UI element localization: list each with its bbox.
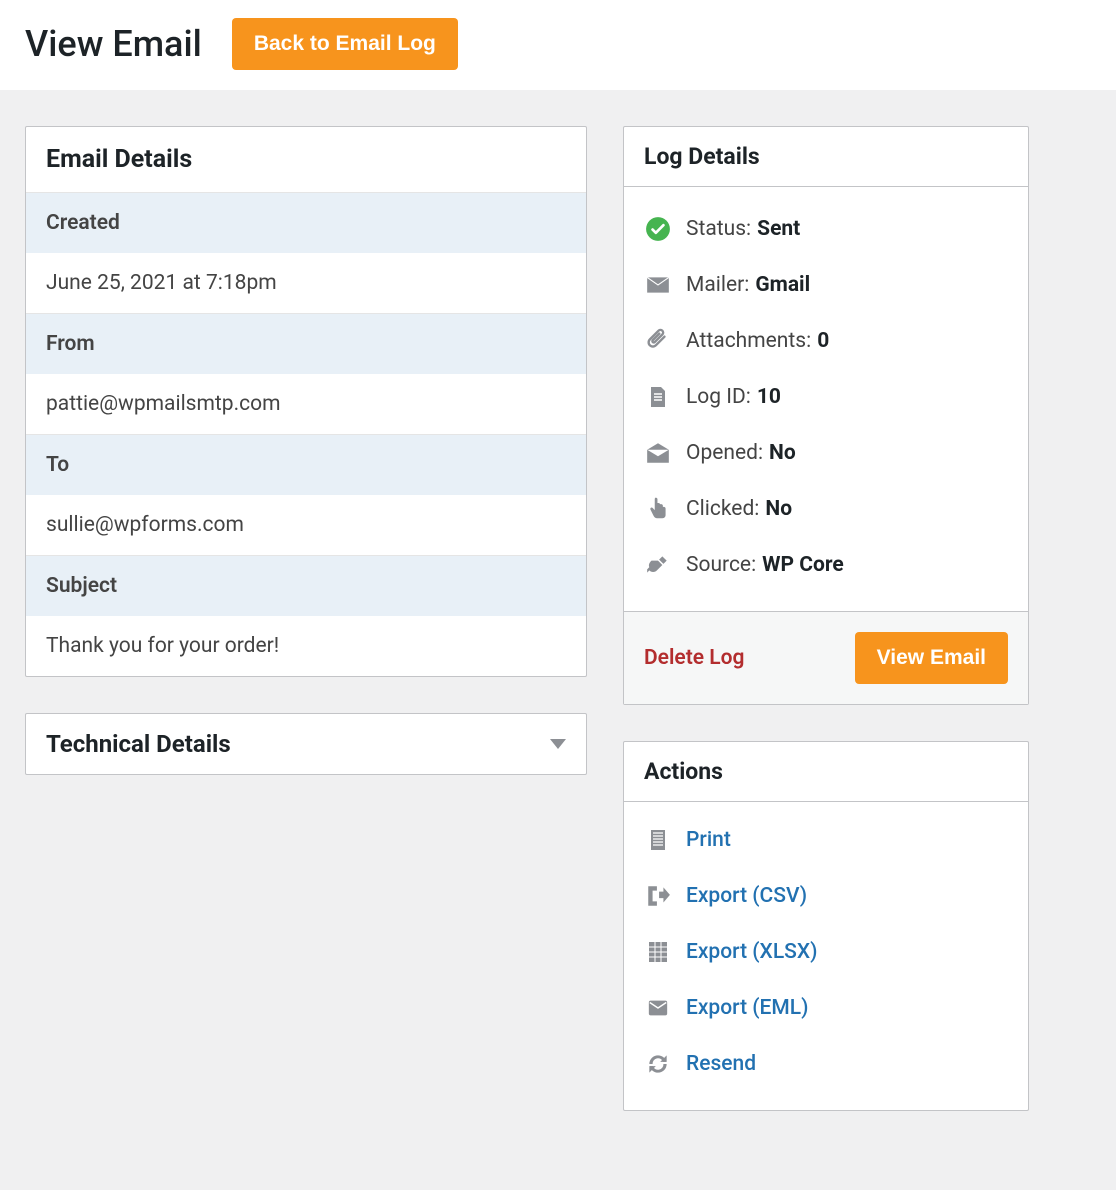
technical-details-toggle[interactable]: Technical Details — [26, 714, 586, 774]
from-value: pattie@wpmailsmtp.com — [26, 374, 586, 434]
log-id-row: Log ID: 10 — [644, 369, 1008, 425]
email-details-title: Email Details — [26, 127, 586, 192]
resend-action[interactable]: Resend — [644, 1036, 1008, 1092]
from-label: From — [26, 314, 586, 374]
envelope-open-icon — [644, 439, 672, 467]
actions-card: Actions Print Export (CSV) — [623, 741, 1029, 1111]
back-to-email-log-button[interactable]: Back to Email Log — [232, 18, 458, 70]
actions-title: Actions — [624, 742, 1028, 802]
delete-log-link[interactable]: Delete Log — [644, 646, 745, 670]
log-details-title: Log Details — [624, 127, 1028, 187]
source-row: Source: WP Core — [644, 537, 1008, 593]
view-email-button[interactable]: View Email — [855, 632, 1008, 684]
technical-details-title: Technical Details — [46, 730, 231, 758]
check-circle-icon — [644, 215, 672, 243]
spreadsheet-icon — [644, 938, 672, 966]
subject-value: Thank you for your order! — [26, 616, 586, 676]
print-action[interactable]: Print — [644, 812, 1008, 868]
technical-details-card: Technical Details — [25, 713, 587, 775]
mailer-row: Mailer: Gmail — [644, 257, 1008, 313]
created-value: June 25, 2021 at 7:18pm — [26, 253, 586, 313]
paperclip-icon — [644, 327, 672, 355]
envelope-icon — [644, 994, 672, 1022]
subject-label: Subject — [26, 556, 586, 616]
status-row: Status: Sent — [644, 201, 1008, 257]
export-icon — [644, 882, 672, 910]
file-icon — [644, 383, 672, 411]
hand-pointer-icon — [644, 495, 672, 523]
log-details-card: Log Details Status: Sent Mailer: Gmail — [623, 126, 1029, 705]
to-value: sullie@wpforms.com — [26, 495, 586, 555]
opened-row: Opened: No — [644, 425, 1008, 481]
email-details-card: Email Details Created June 25, 2021 at 7… — [25, 126, 587, 677]
chevron-down-icon — [550, 739, 566, 749]
page-title: View Email — [25, 23, 202, 65]
attachments-row: Attachments: 0 — [644, 313, 1008, 369]
created-label: Created — [26, 193, 586, 253]
export-eml-action[interactable]: Export (EML) — [644, 980, 1008, 1036]
clicked-row: Clicked: No — [644, 481, 1008, 537]
plug-icon — [644, 551, 672, 579]
print-icon — [644, 826, 672, 854]
envelope-icon — [644, 271, 672, 299]
refresh-icon — [644, 1050, 672, 1078]
export-csv-action[interactable]: Export (CSV) — [644, 868, 1008, 924]
to-label: To — [26, 435, 586, 495]
export-xlsx-action[interactable]: Export (XLSX) — [644, 924, 1008, 980]
